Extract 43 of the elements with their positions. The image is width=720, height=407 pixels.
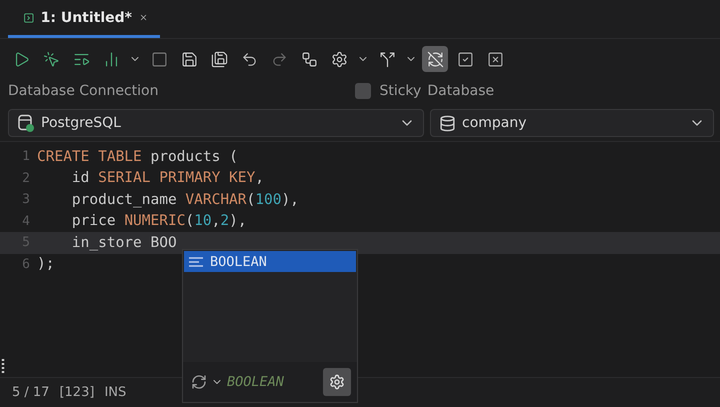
toolbar-button[interactable] (422, 46, 448, 72)
workflow-icon (300, 50, 318, 68)
code-line: price NUMERIC(10,2), (70, 213, 247, 230)
line-number: 6 (21, 256, 31, 272)
undo-icon (240, 50, 258, 68)
database-label: Database (427, 83, 494, 99)
connection-select[interactable]: PostgreSQL (8, 109, 424, 137)
code-line: id SERIAL PRIMARY KEY, (70, 170, 264, 186)
suggestion-item[interactable]: BOOLEAN (184, 251, 356, 272)
encoding-indicator: [123] (59, 385, 94, 400)
cursor-click-icon (42, 50, 60, 68)
redo-icon (270, 50, 288, 68)
save-all-icon (210, 50, 228, 68)
line-number: 4 (21, 214, 31, 229)
connection-label: Database Connection (8, 83, 158, 99)
editor-tab[interactable]: 1: Untitled* (8, 0, 160, 38)
stop-icon (150, 50, 168, 68)
line-number: 1 (21, 149, 31, 164)
line-number: 2 (21, 170, 31, 186)
code-line: CREATE TABLE products ( (37, 148, 238, 165)
check-square-icon (456, 50, 474, 68)
grip-icon[interactable] (1, 359, 5, 375)
suggestion-preview: BOOLEAN (227, 374, 284, 390)
gear-icon (329, 374, 345, 390)
lines-icon (188, 256, 204, 268)
settings-icon (330, 50, 348, 68)
code-line: ); (37, 256, 54, 272)
cursor-position: 5 / 17 (12, 385, 50, 400)
line-number: 3 (21, 192, 31, 208)
database-icon (439, 114, 456, 132)
settings-button[interactable] (323, 368, 351, 396)
refresh-icon (426, 50, 444, 68)
database-select[interactable]: company (430, 109, 714, 137)
save-icon (180, 50, 198, 68)
code-line: in_store BOO (70, 234, 177, 251)
split-icon (378, 50, 396, 68)
database-check-icon (17, 114, 35, 132)
insert-mode: INS (104, 385, 126, 400)
refresh-icon[interactable] (191, 374, 207, 390)
sticky-checkbox[interactable] (355, 83, 372, 99)
x-square-icon (486, 50, 504, 68)
code-line: product_name VARCHAR(100), (70, 192, 299, 208)
sticky-label: Sticky (379, 83, 422, 99)
